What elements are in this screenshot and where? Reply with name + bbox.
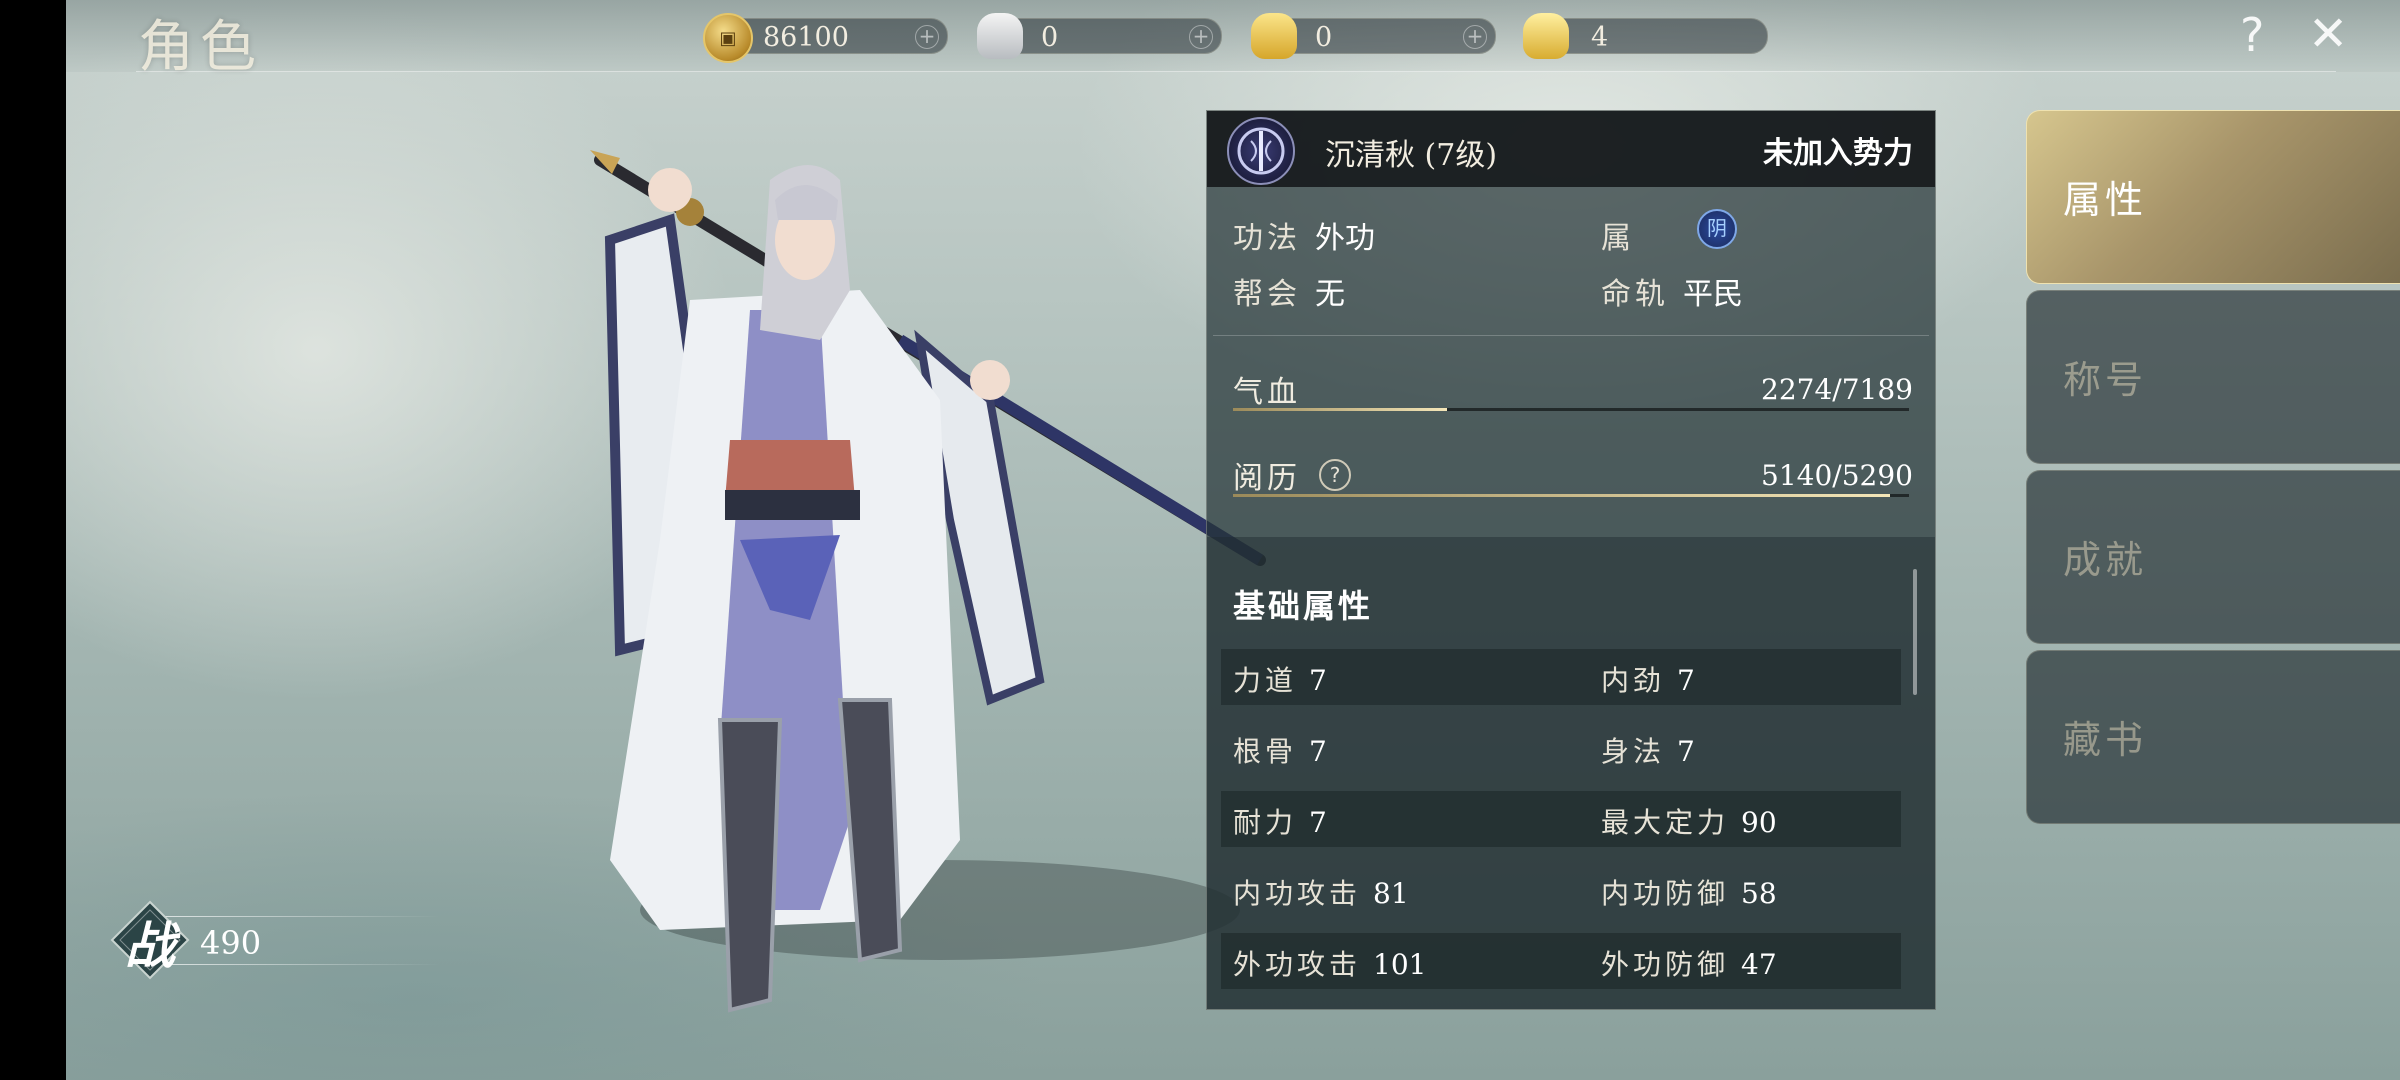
attributes-scrollbar[interactable] xyxy=(1913,569,1917,695)
gold-ingot-icon xyxy=(1251,13,1297,59)
element-label: 属 xyxy=(1601,221,1635,256)
close-button[interactable]: ✕ xyxy=(2308,6,2348,62)
exp-value: 5140/5290 xyxy=(1761,459,1913,492)
tab-label: 成就 xyxy=(2063,538,2148,582)
add-copper-button[interactable]: + xyxy=(915,25,939,49)
stat-right: 外功防御 47 xyxy=(1601,943,1777,983)
stat-left: 力道 7 xyxy=(1233,659,1327,699)
stat-value: 7 xyxy=(1677,664,1695,697)
tab-label: 属性 xyxy=(2063,178,2148,222)
stat-left: 外功攻击 101 xyxy=(1233,943,1426,983)
exp-label: 阅历 xyxy=(1233,461,1301,496)
faction-status[interactable]: 未加入势力 xyxy=(1763,128,1913,172)
stat-label: 外功防御 xyxy=(1601,948,1730,981)
add-gold-button[interactable]: + xyxy=(1463,25,1487,49)
stat-value: 90 xyxy=(1741,806,1777,839)
help-button[interactable]: ? xyxy=(2240,8,2264,62)
stat-label: 内劲 xyxy=(1601,664,1666,697)
stat-right: 身法 7 xyxy=(1601,730,1695,770)
stat-value: 7 xyxy=(1309,735,1327,768)
stat-left: 耐力 7 xyxy=(1233,801,1327,841)
power-line-bottom xyxy=(160,964,440,965)
currency-silver: 0 + xyxy=(977,13,1222,59)
method-row: 功法 外功 xyxy=(1233,213,1375,257)
yuanbao-value: 4 xyxy=(1591,22,1609,53)
stat-value: 7 xyxy=(1309,806,1327,839)
fate-value: 平民 xyxy=(1683,277,1743,312)
currency-copper: ▣ 86100 + xyxy=(703,13,948,63)
yin-element-badge[interactable]: 阴 xyxy=(1697,209,1737,249)
power-label: 战 xyxy=(125,916,175,975)
hp-label: 气血 xyxy=(1233,375,1301,410)
tab-attributes[interactable]: 属性 xyxy=(2026,110,2400,284)
top-bar xyxy=(66,0,2400,72)
stat-right: 内劲 7 xyxy=(1601,659,1695,699)
copper-value: 86100 xyxy=(763,22,849,53)
exp-bar xyxy=(1233,494,1909,497)
stat-row: 内功攻击 81 内功防御 58 xyxy=(1221,862,1901,918)
panel-divider xyxy=(1213,335,1929,336)
guild-row: 帮会无 xyxy=(1233,269,1345,313)
stat-label: 耐力 xyxy=(1233,806,1298,839)
silver-value: 0 xyxy=(1041,22,1059,53)
guild-value: 无 xyxy=(1315,277,1345,312)
hp-bar xyxy=(1233,408,1909,411)
stat-label: 最大定力 xyxy=(1601,806,1730,839)
tab-label: 藏书 xyxy=(2063,718,2148,762)
fate-label: 命轨 xyxy=(1601,277,1669,312)
panel-header: 沉清秋 (7级) 未加入势力 xyxy=(1207,111,1935,187)
stat-left: 内功攻击 81 xyxy=(1233,872,1409,912)
stat-row: 耐力 7 最大定力 90 xyxy=(1221,791,1901,847)
silver-ingot-icon xyxy=(977,13,1023,59)
method-label: 功法 xyxy=(1233,221,1301,256)
stat-row: 力道 7 内劲 7 xyxy=(1221,649,1901,705)
stat-row: 外功攻击 101 外功防御 47 xyxy=(1221,933,1901,989)
top-divider xyxy=(136,71,2336,72)
stat-label: 身法 xyxy=(1601,735,1666,768)
stat-value: 47 xyxy=(1741,948,1777,981)
tab-library[interactable]: 藏书 xyxy=(2026,650,2400,824)
sect-emblem-icon[interactable] xyxy=(1227,117,1295,185)
stat-right: 内功防御 58 xyxy=(1601,872,1777,912)
power-line-top xyxy=(160,916,440,917)
stat-value: 101 xyxy=(1373,948,1427,981)
power-value: 490 xyxy=(200,924,262,962)
hp-bar-fill xyxy=(1233,408,1447,411)
fate-row: 命轨 平民 xyxy=(1601,269,1743,313)
currency-yuanbao: 4 xyxy=(1523,13,1768,59)
character-info-panel: 沉清秋 (7级) 未加入势力 功法 外功 帮会无 属 阴 命轨 平民 气血 2274… xyxy=(1206,110,1936,1010)
combat-power: 战 490 xyxy=(100,900,440,980)
character-name: 沉清秋 (7级) xyxy=(1325,138,1498,173)
yuanbao-icon xyxy=(1523,13,1569,59)
stat-value: 58 xyxy=(1741,877,1777,910)
exp-bar-fill xyxy=(1233,494,1891,497)
character-model[interactable] xyxy=(520,140,1300,1040)
currency-gold: 0 + xyxy=(1251,13,1496,59)
stat-label: 外功攻击 xyxy=(1233,948,1362,981)
stat-left: 根骨 7 xyxy=(1233,730,1327,770)
copper-coin-icon: ▣ xyxy=(703,13,753,63)
page-title: 角色 xyxy=(138,15,262,80)
tab-label: 称号 xyxy=(2063,358,2148,402)
element-row: 属 xyxy=(1601,213,1635,257)
stat-label: 力道 xyxy=(1233,664,1298,697)
exp-help-icon[interactable]: ? xyxy=(1319,459,1351,491)
tab-titles[interactable]: 称号 xyxy=(2026,290,2400,464)
stat-right: 最大定力 90 xyxy=(1601,801,1777,841)
add-silver-button[interactable]: + xyxy=(1189,25,1213,49)
guild-label: 帮会 xyxy=(1233,277,1301,312)
stat-value: 7 xyxy=(1309,664,1327,697)
gold-value: 0 xyxy=(1315,22,1333,53)
stat-row: 根骨 7 身法 7 xyxy=(1221,720,1901,776)
stat-label: 根骨 xyxy=(1233,735,1298,768)
stat-label: 内功防御 xyxy=(1601,877,1730,910)
hp-value: 2274/7189 xyxy=(1761,373,1913,406)
method-value: 外功 xyxy=(1315,221,1375,256)
tab-achievements[interactable]: 成就 xyxy=(2026,470,2400,644)
stat-label: 内功攻击 xyxy=(1233,877,1362,910)
basic-attributes-title: 基础属性 xyxy=(1233,587,1374,625)
stat-value: 7 xyxy=(1677,735,1695,768)
stat-value: 81 xyxy=(1373,877,1409,910)
